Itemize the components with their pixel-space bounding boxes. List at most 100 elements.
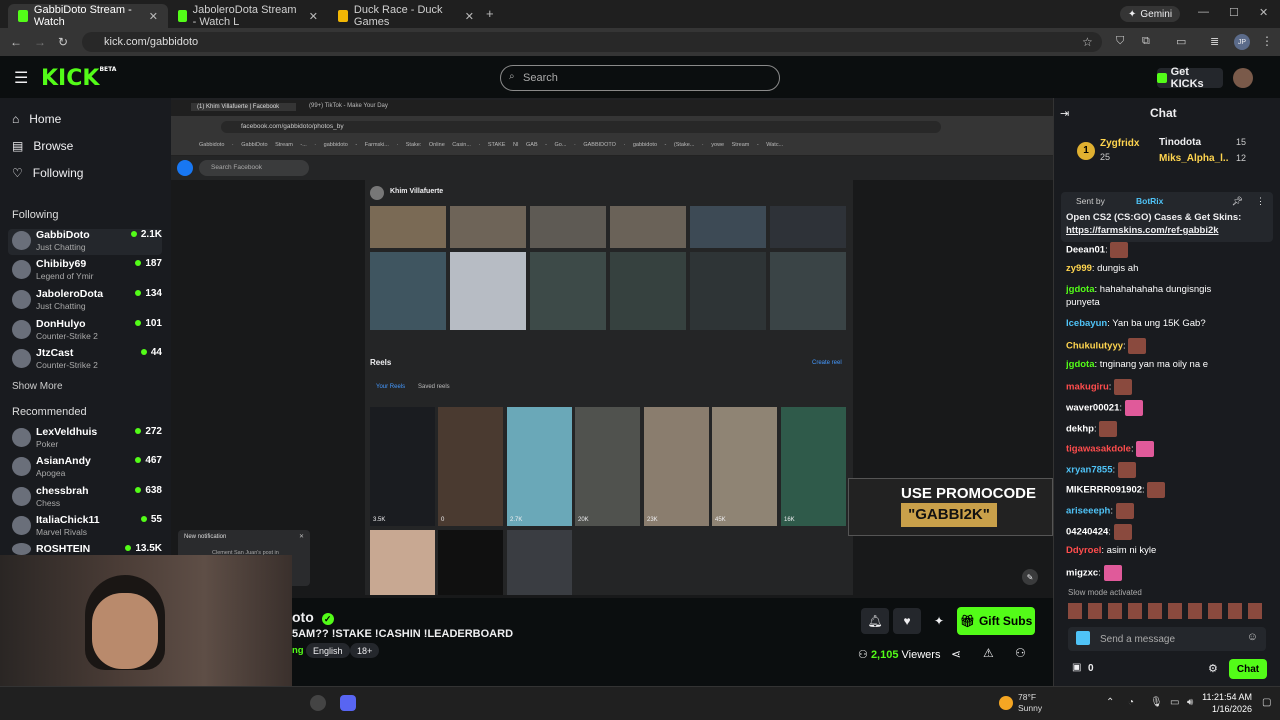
- taskbar-app-icon[interactable]: [310, 695, 326, 711]
- nav-following[interactable]: ♡ Following: [12, 166, 83, 180]
- browse-icon: ▤: [12, 139, 24, 153]
- top-gifter-3[interactable]: Miks_Alpha_l...: [1159, 153, 1229, 164]
- taskbar-clock[interactable]: 11:21:54 AM 1/16/2026: [1200, 691, 1252, 715]
- window-close-button[interactable]: ✕: [1259, 6, 1268, 19]
- sparkle-button[interactable]: ✦: [925, 608, 953, 634]
- maximize-button[interactable]: ☐: [1229, 6, 1239, 19]
- show-more-link[interactable]: Show More: [12, 381, 63, 392]
- tab-gabbidoto[interactable]: GabbiDoto Stream - Watch ✕: [8, 4, 168, 28]
- volume-icon[interactable]: 🔊︎: [1187, 697, 1193, 708]
- top-gifter-1[interactable]: Zygfridx: [1100, 138, 1139, 149]
- more-icon[interactable]: ⋮: [1256, 196, 1265, 207]
- sidebar-channel-lexveldhuis[interactable]: LexVeldhuis Poker 272: [12, 426, 162, 452]
- tray-icon[interactable]: ◔: [1128, 697, 1134, 708]
- streamer-name[interactable]: oto ✓: [292, 609, 334, 625]
- add-user-icon[interactable]: ⚇: [1015, 646, 1026, 660]
- gift-icon: 🎁︎: [959, 614, 975, 628]
- reel-thumb: 20K: [575, 407, 640, 526]
- photo-thumb: [370, 206, 446, 248]
- microphone-icon[interactable]: 🎙︎: [1150, 697, 1163, 708]
- extensions-icon[interactable]: ⧉: [1142, 35, 1150, 48]
- settings-gear-icon[interactable]: ⚙: [1208, 662, 1218, 675]
- get-kicks-button[interactable]: Get KICKs: [1157, 66, 1223, 90]
- emote: [1113, 524, 1132, 540]
- network-icon[interactable]: ▭: [1170, 697, 1179, 708]
- chevron-up-icon[interactable]: ⌃: [1106, 697, 1114, 708]
- tab-duck-race[interactable]: Duck Race - Duck Games ✕: [328, 4, 484, 28]
- sidebar-channel-asianandy[interactable]: AsianAndy Apogea 467: [12, 455, 162, 481]
- top-gifter-2[interactable]: Tinodota: [1159, 137, 1201, 148]
- notifications-icon[interactable]: ▢: [1262, 697, 1271, 708]
- photo-thumb: [450, 252, 526, 330]
- report-icon[interactable]: ⚠: [983, 646, 994, 660]
- sidebar-channel-jabolerodota[interactable]: JaboleroDota Just Chatting 134: [12, 288, 162, 314]
- reload-icon[interactable]: ↻: [58, 35, 68, 49]
- sidebar-channel-italiachick11[interactable]: ItaliaChick11 Marvel Rivals 55: [12, 514, 162, 540]
- photo-thumb: [530, 252, 606, 330]
- bookmark-star-icon[interactable]: ☆: [1082, 35, 1093, 49]
- points-count: 0: [1088, 663, 1094, 674]
- nav-browse[interactable]: ▤ Browse: [12, 139, 73, 153]
- chat-message-continued: punyeta: [1066, 297, 1100, 308]
- sidebar-channel-chibiby69[interactable]: Chibiby69 Legend of Ymir 187: [12, 258, 162, 284]
- emote-bar[interactable]: [1068, 603, 1266, 619]
- hamburger-icon[interactable]: ☰: [14, 68, 28, 88]
- kick-logo[interactable]: KICKBETA: [41, 66, 116, 91]
- sidebar-channel-donhulyo[interactable]: DonHulyo Counter-Strike 2 101: [12, 318, 162, 344]
- points-icon[interactable]: ▣: [1072, 662, 1081, 673]
- reel-thumb: 3.5K: [370, 407, 435, 526]
- chat-message: makugiru:: [1066, 379, 1276, 395]
- tab-jabolerodota[interactable]: JaboleroDota Stream - Watch L ✕: [168, 4, 328, 28]
- category-link[interactable]: ng: [292, 645, 304, 656]
- sidebar-channel-chessbrah[interactable]: chessbrah Chess 638: [12, 485, 162, 511]
- media-icon[interactable]: ≣: [1210, 35, 1219, 48]
- gift-subs-button[interactable]: 🎁︎ Gift Subs: [957, 607, 1035, 635]
- close-icon[interactable]: ✕: [299, 533, 304, 540]
- sidebar-channel-jtzcast[interactable]: JtzCast Counter-Strike 2 44: [12, 347, 162, 373]
- sidebar-channel-roshtein[interactable]: ROSHTEIN 13.5K: [12, 543, 162, 555]
- photo-thumb: [610, 206, 686, 248]
- notification-bell-button[interactable]: 🔔︎: [861, 608, 889, 634]
- follow-button[interactable]: ♥: [893, 608, 921, 634]
- collapse-chat-icon[interactable]: ⇥: [1060, 107, 1069, 120]
- stream-address-bar: facebook.com/gabbidoto/photos_by: [171, 116, 1053, 138]
- weather-widget[interactable]: 78°F Sunny: [1018, 692, 1042, 714]
- shield-icon[interactable]: ⛉: [1116, 35, 1124, 48]
- minimize-button[interactable]: —: [1198, 6, 1209, 18]
- discord-icon[interactable]: [340, 695, 356, 711]
- nav-home[interactable]: ⌂ Home: [12, 112, 61, 126]
- tag-language[interactable]: English: [306, 643, 350, 658]
- chat-input[interactable]: Send a message ☺: [1068, 627, 1266, 651]
- gemini-button[interactable]: ✦ Gemini: [1120, 6, 1181, 22]
- cast-icon[interactable]: ▭: [1176, 35, 1186, 48]
- recommended-header: Recommended: [12, 406, 87, 418]
- sidebar-channel-gabbidoto[interactable]: GabbiDoto Just Chatting 2.1K: [8, 229, 162, 255]
- back-icon[interactable]: ←: [10, 35, 22, 49]
- chat-title: Chat: [1150, 106, 1177, 120]
- close-icon[interactable]: ✕: [149, 10, 158, 23]
- emote: [1103, 565, 1122, 581]
- close-icon[interactable]: ✕: [309, 10, 318, 23]
- close-icon[interactable]: ✕: [465, 10, 474, 23]
- avatar: [12, 516, 31, 535]
- chat-message: migzxc:: [1066, 565, 1276, 581]
- forward-icon[interactable]: →: [34, 35, 46, 49]
- share-icon[interactable]: ⋖: [951, 647, 961, 661]
- kicks-icon: [1157, 73, 1167, 83]
- pin-icon[interactable]: 📌︎: [1232, 196, 1243, 207]
- emoji-icon[interactable]: ☺: [1247, 631, 1258, 643]
- new-tab-button[interactable]: +: [486, 6, 494, 21]
- search-input[interactable]: ⌕ Search: [500, 65, 780, 91]
- profile-avatar[interactable]: JP: [1234, 34, 1250, 50]
- menu-kebab-icon[interactable]: ⋮: [1261, 34, 1273, 48]
- emote: [1136, 441, 1155, 457]
- user-avatar[interactable]: [1233, 68, 1253, 88]
- url-field[interactable]: kick.com/gabbidoto: [82, 32, 1102, 52]
- chat-send-button[interactable]: Chat: [1229, 659, 1267, 679]
- pinned-link[interactable]: https://farmskins.com/ref-gabbi2k: [1066, 225, 1219, 236]
- avatar: [12, 487, 31, 506]
- reel-thumb: [438, 530, 503, 595]
- tag-age[interactable]: 18+: [350, 643, 380, 658]
- edit-icon[interactable]: ✎: [1022, 569, 1038, 585]
- pinned-message: Sent by BotRix Open CS2 (CS:GO) Cases & …: [1061, 192, 1273, 242]
